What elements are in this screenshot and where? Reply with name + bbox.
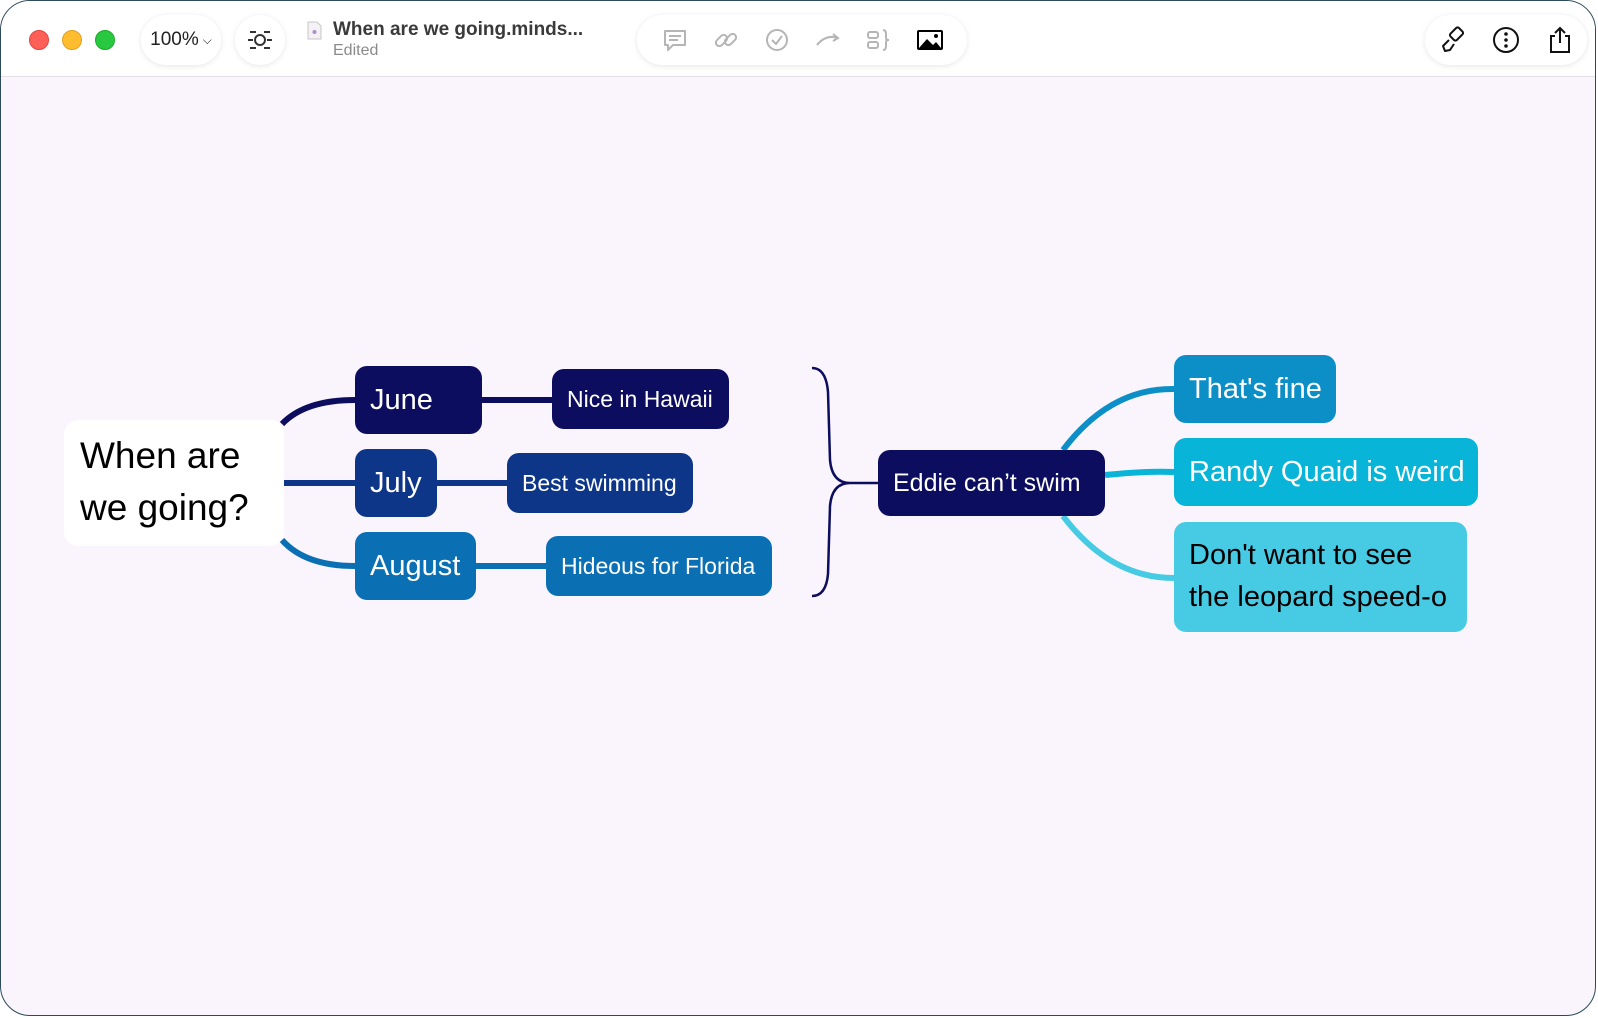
zoom-label: 100% [150,29,199,50]
boundary-button[interactable] [863,24,895,56]
chevron-down-icon: ⌵ [202,32,212,47]
focus-mode-button[interactable] [235,15,285,65]
relationship-icon [815,33,840,46]
insert-toolbar [637,15,967,65]
document-icon [307,21,322,40]
focus-icon [248,31,272,49]
zoom-dropdown[interactable]: 100% ⌵ [141,15,221,65]
format-button[interactable] [1435,23,1469,57]
relationship-button[interactable] [812,24,844,56]
link-button[interactable] [710,24,742,56]
task-icon [765,29,788,51]
title-bar: 100% ⌵ When are we going.minds... Edited [1,1,1595,77]
subtopic-hideous-for-florida[interactable]: Hideous for Florida [546,536,772,596]
subtopic-randy-quaid[interactable]: Randy Quaid is weird [1174,438,1478,506]
document-title[interactable]: When are we going.minds... [333,19,583,41]
close-window-button[interactable] [29,30,49,50]
summary-topic[interactable]: Eddie can’t swim [878,450,1105,516]
image-button[interactable] [914,24,946,56]
share-button[interactable] [1543,23,1577,57]
image-icon [916,30,943,50]
boundary-icon [866,29,889,51]
topic-june[interactable]: June [355,366,482,434]
minimize-window-button[interactable] [62,30,82,50]
link-icon [714,32,737,48]
subtopic-leopard[interactable]: Don't want to see the leopard speed-o [1174,522,1467,632]
subtopic-best-swimming[interactable]: Best swimming [507,453,693,513]
comment-icon [663,30,686,51]
comment-button[interactable] [659,24,691,56]
central-topic[interactable]: When are we going? [64,420,284,546]
subtopic-nice-in-hawaii[interactable]: Nice in Hawaii [552,369,729,429]
document-status: Edited [333,42,379,59]
format-brush-icon [1442,26,1465,52]
task-button[interactable] [761,24,793,56]
share-icon [1550,26,1570,53]
more-icon [1493,27,1519,53]
more-options-button[interactable] [1489,23,1523,57]
topic-august[interactable]: August [355,532,476,600]
topic-july[interactable]: July [355,449,437,517]
right-toolbar [1425,15,1587,65]
subtopic-thats-fine[interactable]: That's fine [1174,355,1336,423]
fullscreen-window-button[interactable] [95,30,115,50]
